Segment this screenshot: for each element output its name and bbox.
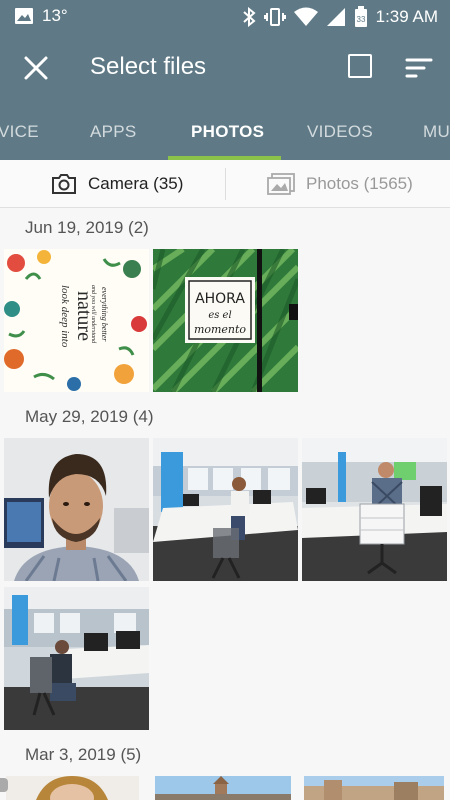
office-image-3 <box>4 587 149 730</box>
camera-filter[interactable]: Camera (35) <box>50 160 183 208</box>
photos-filter[interactable]: Photos (1565) <box>266 160 413 208</box>
photos-filter-label: Photos (1565) <box>306 174 413 193</box>
tab-device[interactable]: VICE <box>0 122 39 142</box>
clock-text: 1:39 AM <box>375 7 438 26</box>
ahora-text-1: AHORA <box>195 291 245 307</box>
filter-divider <box>225 168 226 200</box>
photo-thumbnail[interactable] <box>4 587 149 730</box>
signal-icon <box>326 8 345 26</box>
photo-thumbnail[interactable] <box>4 438 149 581</box>
section-header: Jun 19, 2019 (2) <box>25 218 149 237</box>
office-image-1 <box>153 438 298 581</box>
portrait-image <box>6 776 139 800</box>
svg-text:33: 33 <box>356 15 365 24</box>
vibrate-icon <box>263 8 286 26</box>
camera-filter-label: Camera (35) <box>88 174 184 193</box>
city-image-2 <box>304 776 444 800</box>
photo-thumbnail[interactable] <box>155 776 291 800</box>
image-icon <box>15 8 33 24</box>
photo-thumbnail[interactable] <box>6 776 139 800</box>
app-bar: Select files <box>0 32 450 104</box>
select-all-checkbox[interactable] <box>348 54 372 78</box>
category-tabs: VICE APPS PHOTOS VIDEOS MU <box>0 104 450 160</box>
album-filter-bar: Camera (35) Photos (1565) <box>0 160 450 208</box>
camera-icon <box>52 174 76 194</box>
selfie-image <box>4 438 149 581</box>
status-bar: 13° 33 1:39 AM <box>0 0 450 32</box>
nature-text-3: and you will understand <box>90 285 96 344</box>
section-header: May 29, 2019 (4) <box>25 407 154 426</box>
office-image-2 <box>302 438 447 581</box>
ahora-notebook-image: AHORA es el momento <box>153 249 298 392</box>
nature-text-1: look deep into <box>59 285 71 348</box>
tab-music[interactable]: MU <box>423 122 450 142</box>
wifi-icon <box>293 7 318 26</box>
tab-photos[interactable]: PHOTOS <box>191 122 264 142</box>
close-icon[interactable] <box>20 52 52 84</box>
ahora-text-3: momento <box>194 323 246 336</box>
nature-book-image: look deep into nature and you will under… <box>4 249 149 392</box>
bluetooth-icon <box>242 7 256 27</box>
photos-icon <box>267 173 295 195</box>
tab-videos[interactable]: VIDEOS <box>307 122 373 142</box>
page-title: Select files <box>90 53 207 80</box>
scroll-indicator[interactable] <box>0 778 8 792</box>
sort-icon[interactable] <box>404 54 434 82</box>
photo-thumbnail[interactable]: look deep into nature and you will under… <box>4 249 149 392</box>
photo-thumbnail[interactable]: AHORA es el momento <box>153 249 298 392</box>
city-image-1 <box>155 776 291 800</box>
tab-apps[interactable]: APPS <box>90 122 137 142</box>
photo-thumbnail[interactable] <box>304 776 444 800</box>
battery-icon: 33 <box>354 6 367 27</box>
ahora-text-2: es el <box>208 310 231 321</box>
photo-thumbnail[interactable] <box>153 438 298 581</box>
section-header: Mar 3, 2019 (5) <box>25 745 142 764</box>
nature-text-4: everything better <box>100 287 109 342</box>
photo-thumbnail[interactable] <box>302 438 447 581</box>
temperature-text: 13° <box>42 6 68 25</box>
